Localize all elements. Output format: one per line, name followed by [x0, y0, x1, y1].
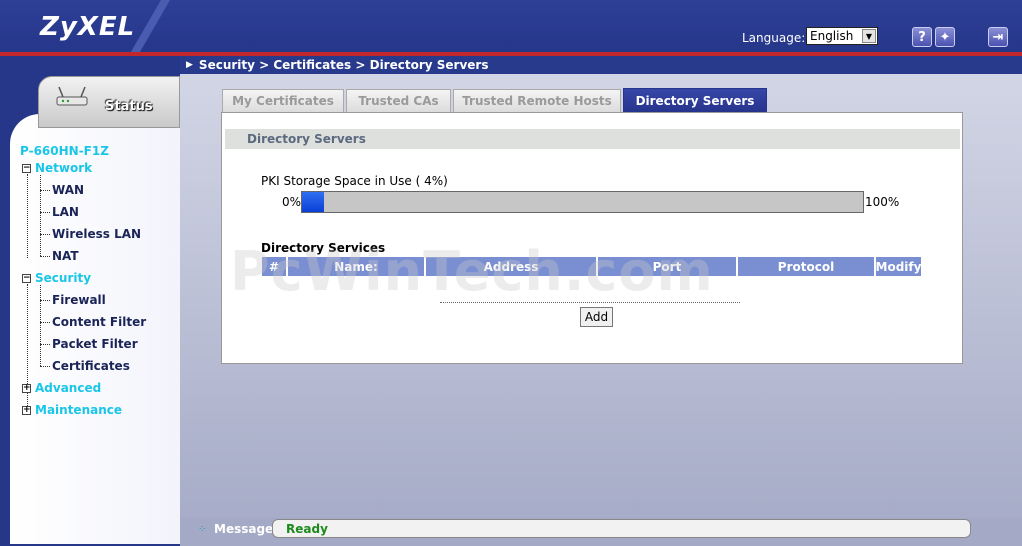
device-model: P-660HN-F1Z: [20, 144, 109, 158]
pki-min-label: 0%: [282, 195, 302, 209]
tree-line: [40, 344, 50, 345]
column-header-port: Port: [598, 257, 738, 276]
pki-storage-label: PKI Storage Space in Use ( 4%): [261, 174, 448, 188]
column-header-name: Name:: [288, 257, 426, 276]
tree-line: [40, 212, 50, 213]
chevron-down-icon[interactable]: ▼: [862, 29, 876, 43]
table-divider: [440, 302, 740, 303]
collapse-icon[interactable]: −: [22, 273, 31, 283]
sidebar-panel: [10, 114, 180, 544]
directory-services-title: Directory Services: [261, 241, 386, 255]
tree-line: [40, 256, 50, 257]
tab-trusted-remote-hosts[interactable]: Trusted Remote Hosts: [453, 89, 621, 112]
breadcrumb-text: Security > Certificates > Directory Serv…: [198, 58, 489, 72]
nav-group-label: Security: [35, 271, 92, 285]
sidebar-item-nat[interactable]: NAT: [52, 249, 79, 263]
language-label: Language:: [742, 31, 806, 45]
tree-line: [40, 175, 41, 256]
tree-line: [40, 190, 50, 191]
status-label: Status: [105, 99, 153, 114]
panel-title: Directory Servers: [225, 129, 960, 149]
nav-group-label: Network: [35, 161, 93, 175]
tab-trusted-cas[interactable]: Trusted CAs: [346, 89, 451, 112]
tab-directory-servers[interactable]: Directory Servers: [623, 88, 767, 112]
sidebar-item-content-filter[interactable]: Content Filter: [52, 315, 146, 329]
header-bar: ZyXEL Language: English ▼ ? ✦ ⇥: [0, 0, 1022, 52]
directory-services-table-header: # Name: Address Port Protocol Modify: [262, 257, 921, 276]
tree-line: [40, 322, 50, 323]
status-tab[interactable]: Status: [38, 76, 180, 128]
expand-icon[interactable]: +: [22, 383, 31, 393]
column-header-address: Address: [426, 257, 598, 276]
column-header-modify: Modify: [876, 257, 921, 276]
sidebar-item-packet-filter[interactable]: Packet Filter: [52, 337, 138, 351]
tree-line: [40, 285, 41, 366]
message-label: Message: [214, 522, 274, 536]
message-icon: ⁘: [198, 524, 207, 535]
pki-progress-fill: [302, 192, 325, 212]
column-header-index: #: [262, 257, 288, 276]
column-header-protocol: Protocol: [738, 257, 876, 276]
language-value: English: [810, 29, 854, 43]
tree-line: [27, 174, 28, 258]
sidebar-item-firewall[interactable]: Firewall: [52, 293, 106, 307]
expand-icon[interactable]: +: [22, 405, 31, 415]
tab-my-certificates[interactable]: My Certificates: [222, 89, 344, 112]
tree-line: [40, 300, 50, 301]
nav-group-maintenance[interactable]: + Maintenance: [22, 403, 122, 417]
sidebar-item-wireless-lan[interactable]: Wireless LAN: [52, 227, 141, 241]
pki-progress-bar: [301, 191, 864, 213]
tree-line: [40, 234, 50, 235]
nav-group-advanced[interactable]: + Advanced: [22, 381, 101, 395]
logout-icon[interactable]: ⇥: [988, 27, 1008, 47]
add-button[interactable]: Add: [580, 307, 613, 327]
language-select[interactable]: English ▼: [806, 27, 878, 45]
pki-max-label: 100%: [865, 195, 900, 209]
breadcrumb-arrow-icon: ▶: [186, 60, 193, 70]
nav-group-security[interactable]: − Security: [22, 271, 91, 285]
breadcrumb: ▶ Security > Certificates > Directory Se…: [180, 56, 1022, 74]
sidebar-item-lan[interactable]: LAN: [52, 205, 79, 219]
nav-group-network[interactable]: − Network: [22, 161, 92, 175]
router-icon: [56, 86, 88, 106]
collapse-icon[interactable]: −: [22, 163, 31, 173]
nav-group-label: Maintenance: [35, 403, 123, 417]
content-panel: Directory Servers PKI Storage Space in U…: [221, 112, 963, 364]
wizard-icon[interactable]: ✦: [935, 27, 955, 47]
tree-line: [40, 366, 50, 367]
zyxel-logo: ZyXEL: [40, 12, 136, 42]
nav-group-label: Advanced: [35, 381, 102, 395]
help-icon[interactable]: ?: [912, 27, 932, 47]
sidebar-item-wan[interactable]: WAN: [52, 183, 84, 197]
sidebar-item-certificates[interactable]: Certificates: [52, 359, 130, 373]
message-box: Ready: [272, 519, 971, 538]
